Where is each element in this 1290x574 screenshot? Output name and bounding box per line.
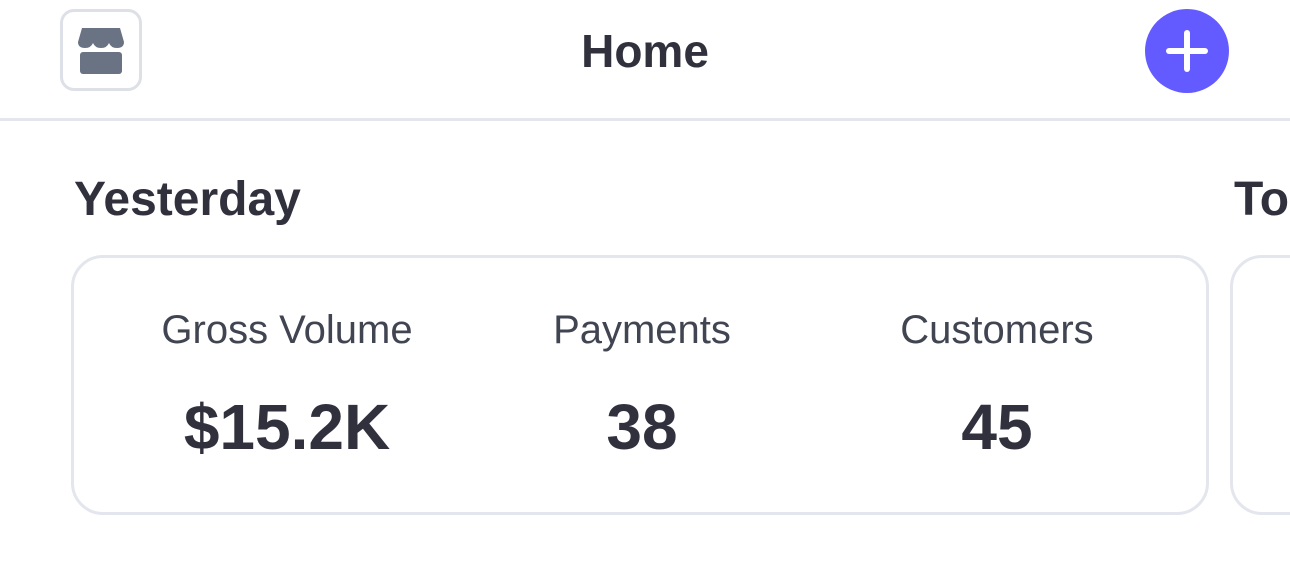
- page-title: Home: [581, 25, 709, 77]
- yesterday-summary-card[interactable]: Gross Volume $15.2K Payments 38 Customer…: [71, 255, 1209, 515]
- metric-label: Customers: [900, 308, 1094, 352]
- section-title-yesterday: Yesterday: [74, 173, 301, 226]
- home-screen: Home Yesterday Gross Volume $15.2K Payme…: [0, 0, 1290, 574]
- top-bar: Home: [0, 0, 1290, 121]
- metric-value: 38: [606, 391, 678, 463]
- metric-label: Gross Volume: [161, 308, 413, 352]
- plus-icon: [1166, 30, 1208, 72]
- store-button[interactable]: [60, 9, 142, 91]
- metric-payments: Payments 38: [504, 258, 780, 512]
- metric-label: Payments: [553, 308, 731, 352]
- today-summary-card[interactable]: [1230, 255, 1290, 515]
- section-title-today: To: [1234, 173, 1290, 226]
- metric-customers: Customers 45: [856, 258, 1138, 512]
- storefront-icon: [78, 28, 124, 74]
- metric-gross-volume: Gross Volume $15.2K: [144, 258, 430, 512]
- metric-value: $15.2K: [183, 391, 391, 463]
- metric-value: 45: [961, 391, 1033, 463]
- add-button[interactable]: [1145, 9, 1229, 93]
